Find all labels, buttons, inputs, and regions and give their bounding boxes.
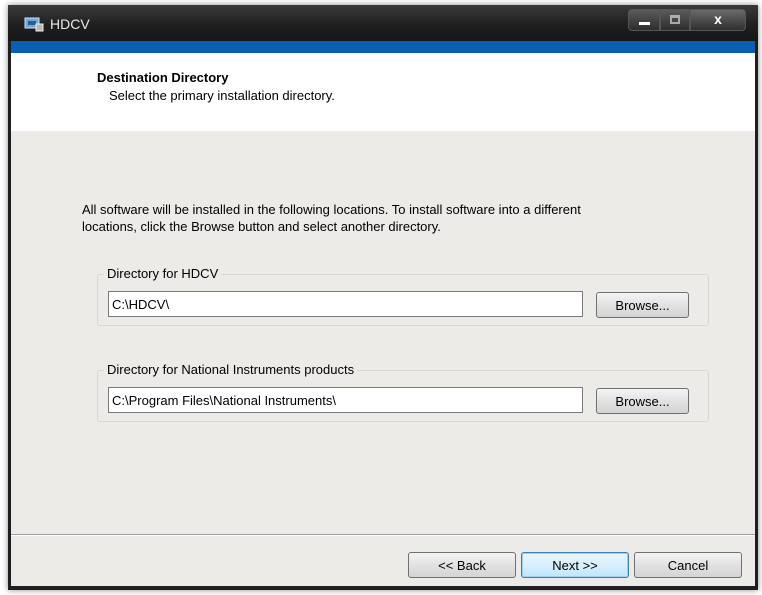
- maximize-button[interactable]: [660, 9, 690, 31]
- page-title: Destination Directory: [97, 70, 229, 85]
- window-title: HDCV: [50, 16, 90, 32]
- instructions-text: All software will be installed in the fo…: [82, 202, 581, 234]
- hdcv-directory-group: Directory for HDCV Browse...: [97, 266, 709, 326]
- accent-bar: [11, 41, 755, 53]
- ni-browse-button[interactable]: Browse...: [596, 388, 689, 414]
- hdcv-browse-button[interactable]: Browse...: [596, 292, 689, 318]
- title-bar[interactable]: HDCV x: [8, 5, 758, 41]
- close-icon: x: [714, 11, 722, 27]
- dialog-header: Destination Directory Select the primary…: [11, 53, 755, 131]
- hdcv-directory-label: Directory for HDCV: [104, 266, 222, 281]
- dialog-client-area: Destination Directory Select the primary…: [11, 41, 755, 586]
- ni-directory-group: Directory for National Instruments produ…: [97, 362, 709, 422]
- minimize-button[interactable]: [628, 9, 660, 31]
- cancel-button[interactable]: Cancel: [634, 552, 742, 578]
- maximize-icon: [670, 15, 680, 24]
- page-subtitle: Select the primary installation director…: [109, 88, 335, 103]
- close-button[interactable]: x: [690, 9, 746, 31]
- installer-app-icon: [24, 17, 44, 32]
- dialog-body: All software will be installed in the fo…: [11, 131, 755, 534]
- dialog-footer: << Back Next >> Cancel: [11, 536, 755, 586]
- hdcv-directory-input[interactable]: [108, 291, 583, 317]
- ni-directory-input[interactable]: [108, 387, 583, 413]
- ni-directory-label: Directory for National Instruments produ…: [104, 362, 358, 377]
- back-button[interactable]: << Back: [408, 552, 516, 578]
- next-button[interactable]: Next >>: [521, 552, 629, 578]
- installer-window: HDCV x Destination Directory Select the …: [8, 5, 758, 590]
- minimize-icon: [639, 22, 650, 25]
